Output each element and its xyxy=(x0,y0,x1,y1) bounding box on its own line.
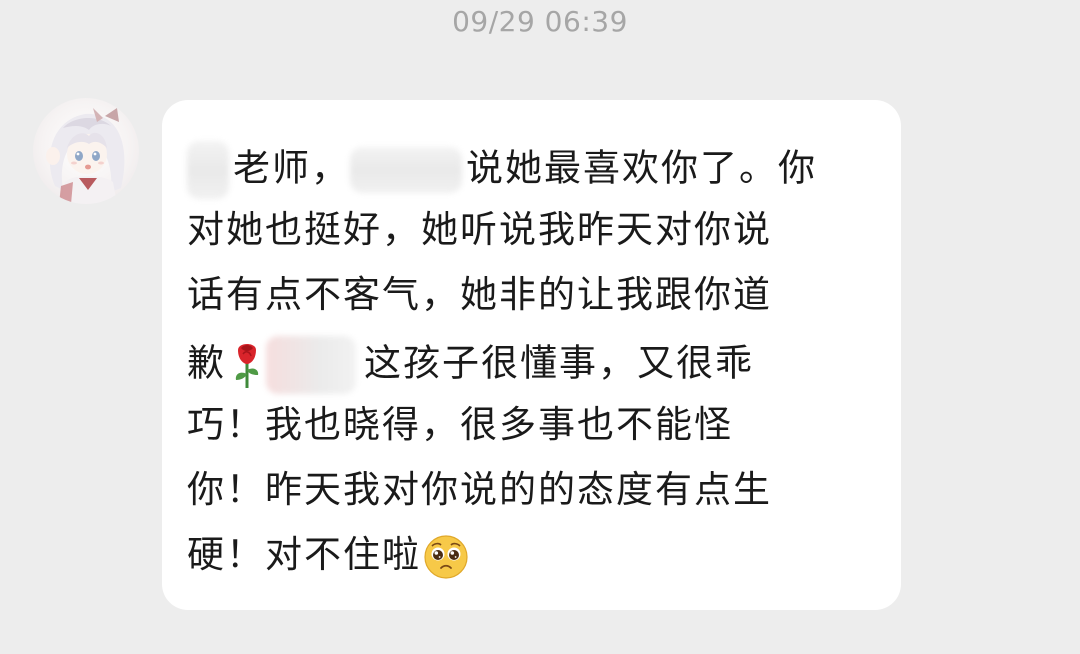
message-text: 这孩子很懂事，又很乖 xyxy=(364,341,754,385)
message-bubble[interactable]: 老师， 说她最喜欢你了。你 对她也挺好，她听说我昨天对你说 话有点不客气，她非的让… xyxy=(162,100,901,610)
message-text: 巧！我也晓得，很多事也不能怪 xyxy=(187,403,733,446)
message-line-1: 老师， 说她最喜欢你了。你 xyxy=(187,141,817,199)
pleading-face-emoji-icon xyxy=(423,534,469,580)
message-text: 硬！对不住啦 xyxy=(187,533,421,576)
message-text: 话有点不客气，她非的让我跟你道 xyxy=(187,273,772,316)
message-line-7: 硬！对不住啦 xyxy=(187,531,469,580)
redacted-name xyxy=(266,336,356,394)
message-text: 你！昨天我对你说的的态度有点生 xyxy=(187,468,772,511)
rose-emoji-icon xyxy=(230,340,264,390)
message-line-4: 歉 这孩子很懂事，又很乖 xyxy=(187,336,754,394)
message-line-6: 你！昨天我对你说的的态度有点生 xyxy=(187,466,772,514)
redacted-name xyxy=(187,141,229,199)
message-text: 对她也挺好，她听说我昨天对你说 xyxy=(187,208,772,251)
message-line-5: 巧！我也晓得，很多事也不能怪 xyxy=(187,401,733,449)
anime-girl-avatar-icon xyxy=(46,108,125,204)
message-text: 老师， xyxy=(233,146,350,190)
chat-timestamp: 09/29 06:39 xyxy=(452,5,628,38)
message-line-3: 话有点不客气，她非的让我跟你道 xyxy=(187,271,772,319)
message-text: 歉 xyxy=(187,341,226,385)
sender-avatar[interactable] xyxy=(33,98,139,204)
message-text: 说她最喜欢你了。你 xyxy=(466,146,817,190)
redacted-name xyxy=(350,147,462,193)
message-line-2: 对她也挺好，她听说我昨天对你说 xyxy=(187,206,772,254)
